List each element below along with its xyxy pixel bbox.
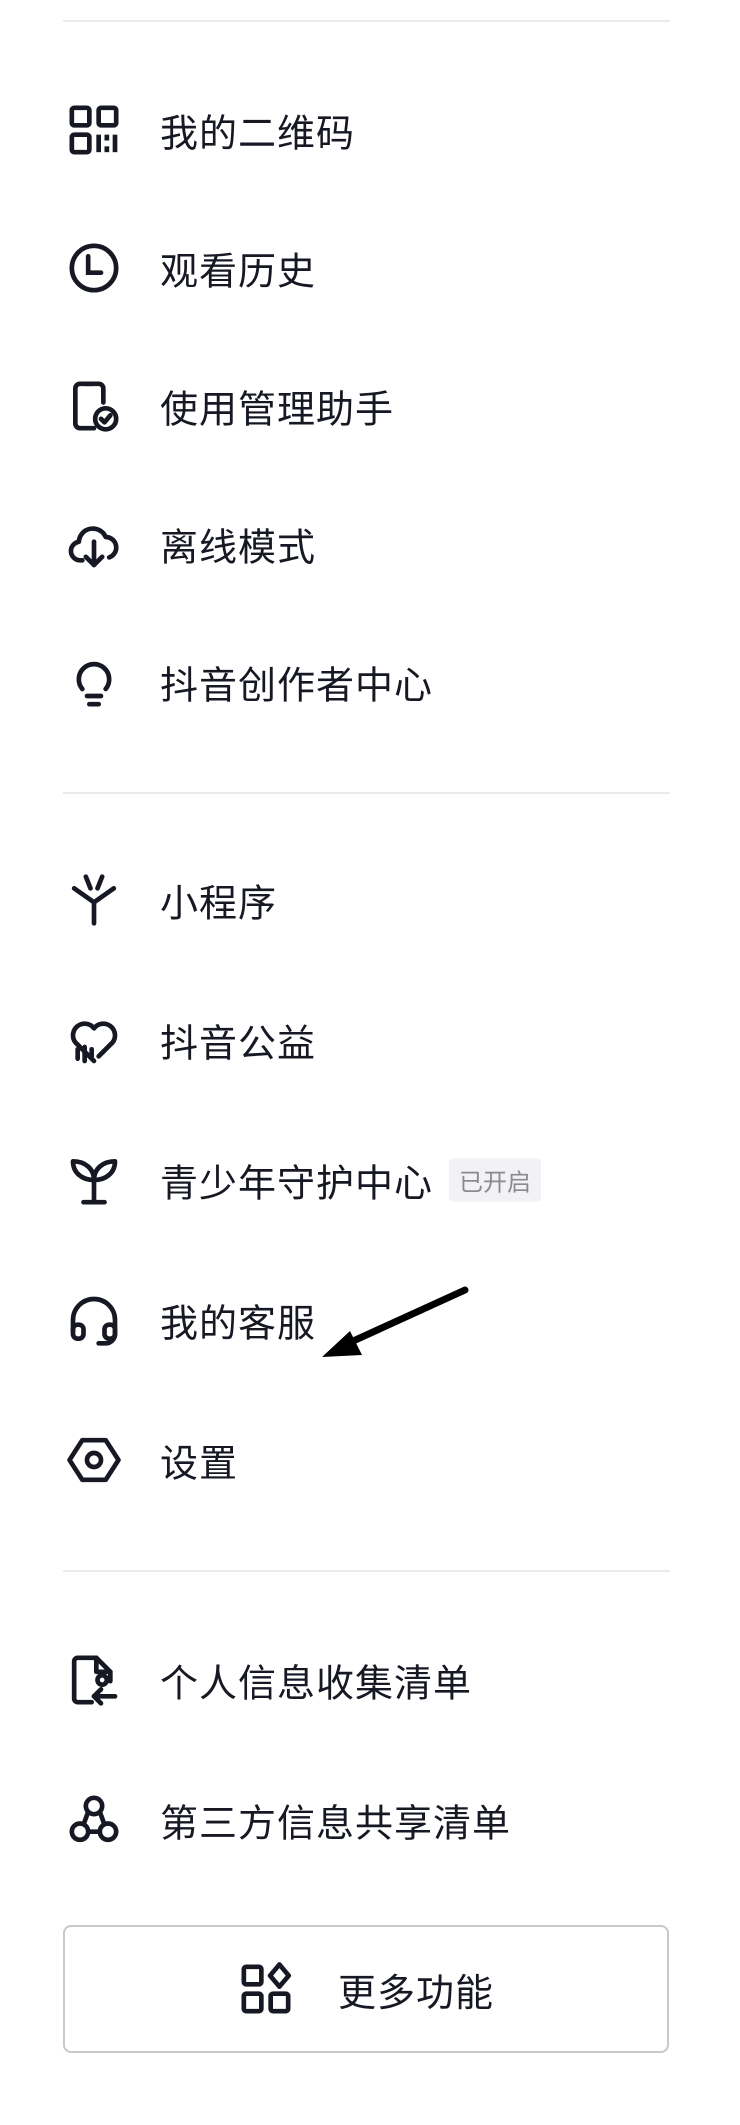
- gear-icon: [64, 1430, 124, 1490]
- menu-item-label: 离线模式: [160, 525, 317, 570]
- status-badge: 已开启: [449, 1158, 542, 1202]
- menu-item-label: 青少年守护中心 已开启: [160, 1153, 542, 1208]
- menu-item-label: 观看历史: [160, 249, 317, 294]
- menu-item-label: 小程序: [160, 881, 278, 926]
- menu-item-usage-assistant[interactable]: 使用管理助手: [0, 356, 740, 456]
- menu-item-mini-programs[interactable]: 小程序: [0, 850, 740, 950]
- mini-program-icon: [64, 870, 124, 930]
- clock-icon: [64, 238, 124, 298]
- menu-item-label: 个人信息收集清单: [160, 1661, 473, 1706]
- divider-section-2: [63, 792, 670, 794]
- menu-item-label: 第三方信息共享清单: [160, 1801, 512, 1846]
- menu-item-label: 设置: [160, 1441, 239, 1486]
- menu-item-watch-history[interactable]: 观看历史: [0, 218, 740, 318]
- cloud-download-icon: [64, 514, 124, 574]
- menu-item-creator-center[interactable]: 抖音创作者中心: [0, 632, 740, 732]
- menu-item-settings[interactable]: 设置: [0, 1410, 740, 1510]
- menu-item-label: 我的客服: [160, 1301, 317, 1346]
- divider-top: [63, 20, 670, 22]
- menu-item-offline-mode[interactable]: 离线模式: [0, 494, 740, 594]
- lightbulb-icon: [64, 652, 124, 712]
- menu-item-my-qr-code[interactable]: 我的二维码: [0, 80, 740, 180]
- heart-icon: [64, 1010, 124, 1070]
- qr-code-icon: [64, 100, 124, 160]
- share-nodes-icon: [64, 1790, 124, 1850]
- sprout-icon: [64, 1150, 124, 1210]
- more-features-button[interactable]: 更多功能: [63, 1925, 669, 2053]
- menu-item-label: 抖音创作者中心: [160, 663, 434, 708]
- divider-section-3: [63, 1570, 670, 1572]
- phone-check-icon: [64, 376, 124, 436]
- menu-item-label: 抖音公益: [160, 1021, 317, 1066]
- annotation-arrow: [322, 1286, 469, 1357]
- headset-icon: [64, 1290, 124, 1350]
- document-icon: [64, 1650, 124, 1710]
- grid-plus-icon: [238, 1961, 294, 2017]
- more-features-label: 更多功能: [337, 1970, 494, 2015]
- menu-item-label-text: 青少年守护中心: [160, 1161, 434, 1206]
- menu-item-label: 使用管理助手: [160, 387, 395, 432]
- menu-item-douyin-charity[interactable]: 抖音公益: [0, 990, 740, 1090]
- menu-item-third-party-sharing-list[interactable]: 第三方信息共享清单: [0, 1770, 740, 1870]
- menu-item-label: 我的二维码: [160, 111, 356, 156]
- menu-item-youth-protection[interactable]: 青少年守护中心 已开启: [0, 1130, 740, 1230]
- menu-item-personal-info-list[interactable]: 个人信息收集清单: [0, 1630, 740, 1730]
